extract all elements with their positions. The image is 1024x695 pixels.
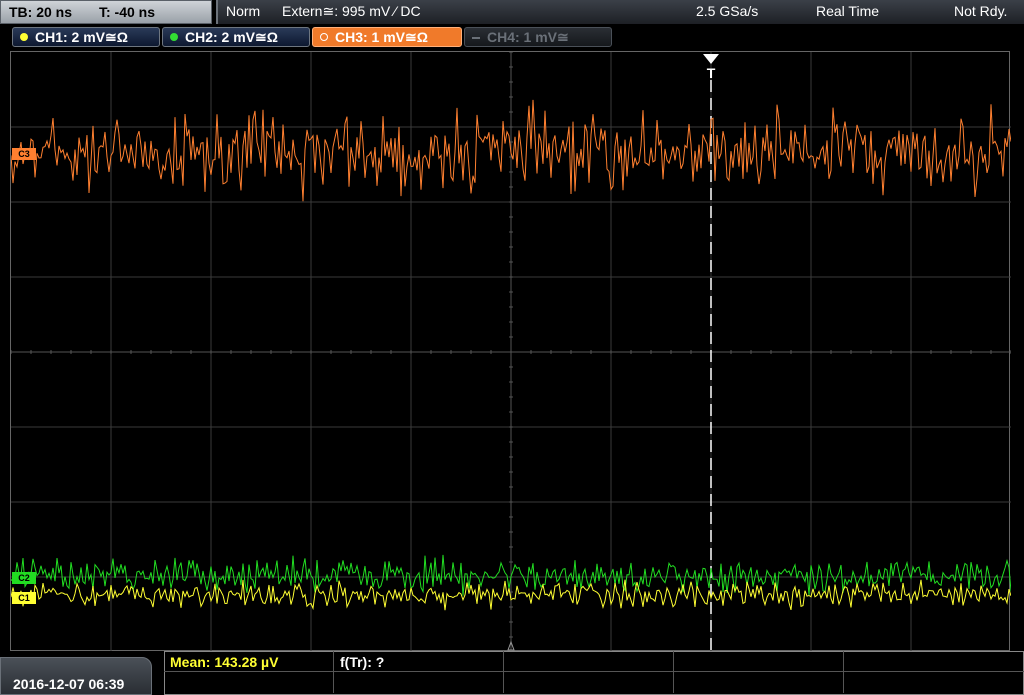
ch1-indicator-icon <box>20 33 28 41</box>
sample-rate-label: 2.5 GSa/s <box>696 3 759 19</box>
tab-ch3[interactable]: CH3: 1 mV≅Ω <box>312 27 462 47</box>
tab-ch4[interactable]: CH4: 1 mV≅ <box>464 27 612 47</box>
graticule <box>11 52 1011 652</box>
ch2-label: CH2: 2 mV≅Ω <box>185 29 278 45</box>
tab-ch1[interactable]: CH1: 2 mV≅Ω <box>12 27 160 47</box>
ch2-indicator-icon <box>170 33 178 41</box>
acq-mode-label: Real Time <box>816 3 880 19</box>
measurement-slot-3[interactable] <box>504 651 674 672</box>
status-bar: TB: 20 ns T: -40 ns Norm Extern≅: 995 mV… <box>0 0 1024 24</box>
measurement-slot-4[interactable] <box>674 651 844 672</box>
ch3-indicator-icon <box>320 33 328 41</box>
measurement-slot-8[interactable] <box>504 672 674 693</box>
ch1-level-marker[interactable]: C1 <box>12 592 36 604</box>
trigger-source-label: Extern≅: 995 mV ⁄ DC <box>282 3 421 19</box>
ftr-measurement[interactable]: f(Tr): ? <box>334 651 504 672</box>
tab-ch2[interactable]: CH2: 2 mV≅Ω <box>162 27 310 47</box>
ch4-indicator-icon <box>472 37 480 39</box>
trigger-marker-label: T <box>707 65 716 81</box>
acquisition-strip[interactable]: Norm Extern≅: 995 mV ⁄ DC 2.5 GSa/s Real… <box>216 0 1024 24</box>
measurement-slot-6[interactable] <box>164 672 334 693</box>
mean-measurement[interactable]: Mean: 143.28 µV <box>164 651 334 672</box>
timebase-box[interactable]: TB: 20 ns T: -40 ns <box>0 0 212 24</box>
waveform-svg: T <box>11 52 1011 652</box>
measurement-slot-5[interactable] <box>844 651 1024 672</box>
datetime-label: 2016-12-07 06:39 <box>13 676 125 692</box>
timebase-label: TB: 20 ns <box>9 4 73 20</box>
trigger-time-label: T: -40 ns <box>99 4 156 20</box>
channel-tabs: CH1: 2 mV≅Ω CH2: 2 mV≅Ω CH3: 1 mV≅Ω CH4:… <box>0 24 1024 51</box>
run-state-label: Not Rdy. <box>954 3 1008 19</box>
measurement-panel[interactable]: Mean: 143.28 µV f(Tr): ? <box>164 651 1024 695</box>
ch3-label: CH3: 1 mV≅Ω <box>335 29 428 45</box>
trigger-mode-label: Norm <box>226 3 261 19</box>
trigger-arrow-icon <box>703 54 719 64</box>
ch1-label: CH1: 2 mV≅Ω <box>35 29 128 45</box>
ch4-label: CH4: 1 mV≅ <box>487 29 569 45</box>
datetime-box[interactable]: 2016-12-07 06:39 <box>0 657 152 695</box>
ch3-level-marker[interactable]: C3 <box>12 148 36 160</box>
measurement-slot-10[interactable] <box>844 672 1024 693</box>
measurement-slot-9[interactable] <box>674 672 844 693</box>
waveform-display[interactable]: T <box>10 51 1011 652</box>
measurement-slot-7[interactable] <box>334 672 504 693</box>
bottom-bar: 2016-12-07 06:39 Mean: 143.28 µV f(Tr): … <box>0 651 1024 695</box>
ch2-level-marker[interactable]: C2 <box>12 572 36 584</box>
